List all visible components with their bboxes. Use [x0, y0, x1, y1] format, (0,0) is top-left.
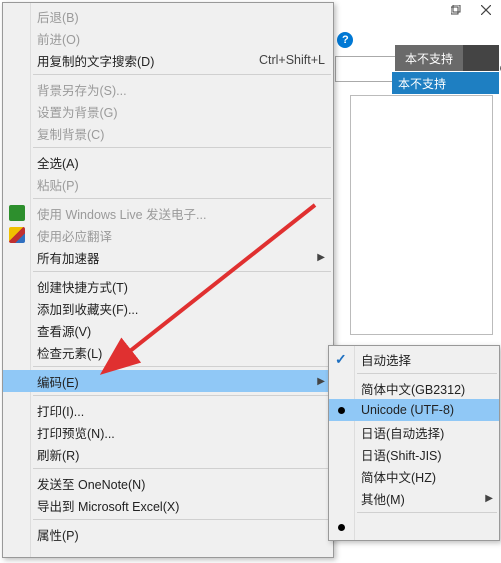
menu-item-全选-a[interactable]: 全选(A) — [3, 151, 333, 173]
restore-button[interactable] — [441, 0, 471, 20]
menu-item-背景另存为-s: 背景另存为(S)... — [3, 78, 333, 100]
menu-item-label: 属性(P) — [37, 525, 79, 544]
menu-item-label: 粘贴(P) — [37, 175, 79, 194]
menu-separator — [33, 147, 331, 148]
menu-item-复制背景-c: 复制背景(C) — [3, 122, 333, 144]
submenu-item-label: 其他(M) — [361, 489, 405, 508]
menu-item-编码-e[interactable]: 编码(E) ▶ — [3, 370, 333, 392]
submenu-item-label: 日语(Shift-JIS) — [361, 445, 442, 464]
menu-item-使用-windows-live-发送电子: 使用 Windows Live 发送电子... — [3, 202, 333, 224]
menu-item-label: 设置为背景(G) — [37, 102, 118, 121]
radio-dot-icon — [338, 524, 345, 531]
menu-item-创建快捷方式-t[interactable]: 创建快捷方式(T) — [3, 275, 333, 297]
tab-strip: 本不支持 — [395, 45, 499, 71]
context-menu: 后退(B) 前进(O) 用复制的文字搜索(D) Ctrl+Shift+L 背景另存为(S… — [2, 2, 334, 558]
unsupported-banner: 本不支持 — [392, 72, 499, 94]
close-button[interactable] — [471, 0, 501, 20]
menu-item-label: 使用必应翻译 — [37, 226, 112, 245]
submenu-item-自动选择[interactable]: ✓ 自动选择 — [329, 348, 499, 370]
menu-item-label: 编码(E) — [37, 372, 79, 391]
submenu-arrow-icon: ▶ — [317, 376, 325, 387]
menu-item-label: 创建快捷方式(T) — [37, 277, 128, 296]
submenu-arrow-icon: ▶ — [485, 493, 493, 504]
submenu-item-日语-shift-jis[interactable]: 日语(Shift-JIS) — [329, 443, 499, 465]
submenu-item-其他-m[interactable]: 其他(M) ▶ — [329, 487, 499, 509]
menu-item-打印-i[interactable]: 打印(I)... — [3, 399, 333, 421]
menu-item-导出到-microsoft-excel-x[interactable]: 导出到 Microsoft Excel(X) — [3, 494, 333, 516]
encoding-submenu: ✓ 自动选择简体中文(GB2312) Unicode (UTF-8) 日语(自动选择)… — [328, 345, 500, 541]
content-panel — [350, 95, 493, 335]
menu-separator — [33, 395, 331, 396]
menu-item-label: 导出到 Microsoft Excel(X) — [37, 496, 179, 515]
menu-item-label: 打印预览(N)... — [37, 423, 115, 442]
menu-item-添加到收藏夹-f[interactable]: 添加到收藏夹(F)... — [3, 297, 333, 319]
submenu-separator — [357, 373, 497, 374]
menu-item-label: 复制背景(C) — [37, 124, 104, 143]
menu-item-label: 查看源(V) — [37, 321, 91, 340]
menu-item-label: 前进(O) — [37, 29, 80, 48]
submenu-item-简体中文-hz[interactable]: 简体中文(HZ) — [329, 465, 499, 487]
menu-separator — [33, 271, 331, 272]
submenu-separator — [357, 512, 497, 513]
menu-item-刷新-r[interactable]: 刷新(R) — [3, 443, 333, 465]
submenu-item-unicode-utf-8[interactable]: Unicode (UTF-8) — [329, 399, 499, 421]
menu-item-label: 发送至 OneNote(N) — [37, 474, 145, 493]
tab-unsupported[interactable]: 本不支持 — [395, 45, 463, 71]
menu-item-发送至-onenote-n[interactable]: 发送至 OneNote(N) — [3, 472, 333, 494]
submenu-item-idx9[interactable] — [329, 516, 499, 538]
menu-item-label: 使用 Windows Live 发送电子... — [37, 204, 206, 223]
menu-item-使用必应翻译: 使用必应翻译 — [3, 224, 333, 246]
submenu-item-label: 简体中文(HZ) — [361, 467, 436, 486]
menu-item-label: 检查元素(L) — [37, 343, 102, 362]
submenu-item-简体中文-gb2312[interactable]: 简体中文(GB2312) — [329, 377, 499, 399]
submenu-arrow-icon: ▶ — [317, 252, 325, 263]
menu-separator — [33, 519, 331, 520]
window-titlebar — [361, 0, 501, 20]
check-icon: ✓ — [335, 351, 347, 368]
help-icon[interactable]: ? — [337, 32, 353, 48]
menu-item-用复制的文字搜索-d[interactable]: 用复制的文字搜索(D) Ctrl+Shift+L — [3, 49, 333, 71]
menu-item-label: 添加到收藏夹(F)... — [37, 299, 138, 318]
menu-item-label: 背景另存为(S)... — [37, 80, 127, 99]
menu-item-粘贴-p: 粘贴(P) — [3, 173, 333, 195]
menu-separator — [33, 74, 331, 75]
menu-item-打印预览-n[interactable]: 打印预览(N)... — [3, 421, 333, 443]
menu-item-label: 后退(B) — [37, 7, 79, 26]
submenu-item-日语-自动选择[interactable]: 日语(自动选择) — [329, 421, 499, 443]
colors-icon — [9, 227, 25, 243]
submenu-item-label: 日语(自动选择) — [361, 423, 444, 442]
menu-separator — [33, 468, 331, 469]
menu-item-label: 所有加速器 — [37, 248, 100, 267]
menu-item-属性-p[interactable]: 属性(P) — [3, 523, 333, 545]
menu-item-label: 全选(A) — [37, 153, 79, 172]
menu-item-label: 用复制的文字搜索(D) — [37, 51, 154, 70]
submenu-item-label: 自动选择 — [361, 350, 411, 369]
menu-shortcut: Ctrl+Shift+L — [259, 53, 325, 67]
menu-item-查看源-v[interactable]: 查看源(V) — [3, 319, 333, 341]
menu-separator — [33, 366, 331, 367]
menu-item-所有加速器[interactable]: 所有加速器 ▶ — [3, 246, 333, 268]
radio-dot-icon — [338, 407, 345, 414]
menu-item-检查元素-l[interactable]: 检查元素(L) — [3, 341, 333, 363]
menu-item-设置为背景-g: 设置为背景(G) — [3, 100, 333, 122]
green-box-icon — [9, 205, 25, 221]
submenu-item-label: Unicode (UTF-8) — [361, 403, 454, 417]
submenu-item-label: 简体中文(GB2312) — [361, 379, 465, 398]
menu-item-后退-b: 后退(B) — [3, 5, 333, 27]
menu-item-label: 刷新(R) — [37, 445, 79, 464]
menu-item-label: 打印(I)... — [37, 401, 84, 420]
menu-separator — [33, 198, 331, 199]
menu-item-前进-o: 前进(O) — [3, 27, 333, 49]
